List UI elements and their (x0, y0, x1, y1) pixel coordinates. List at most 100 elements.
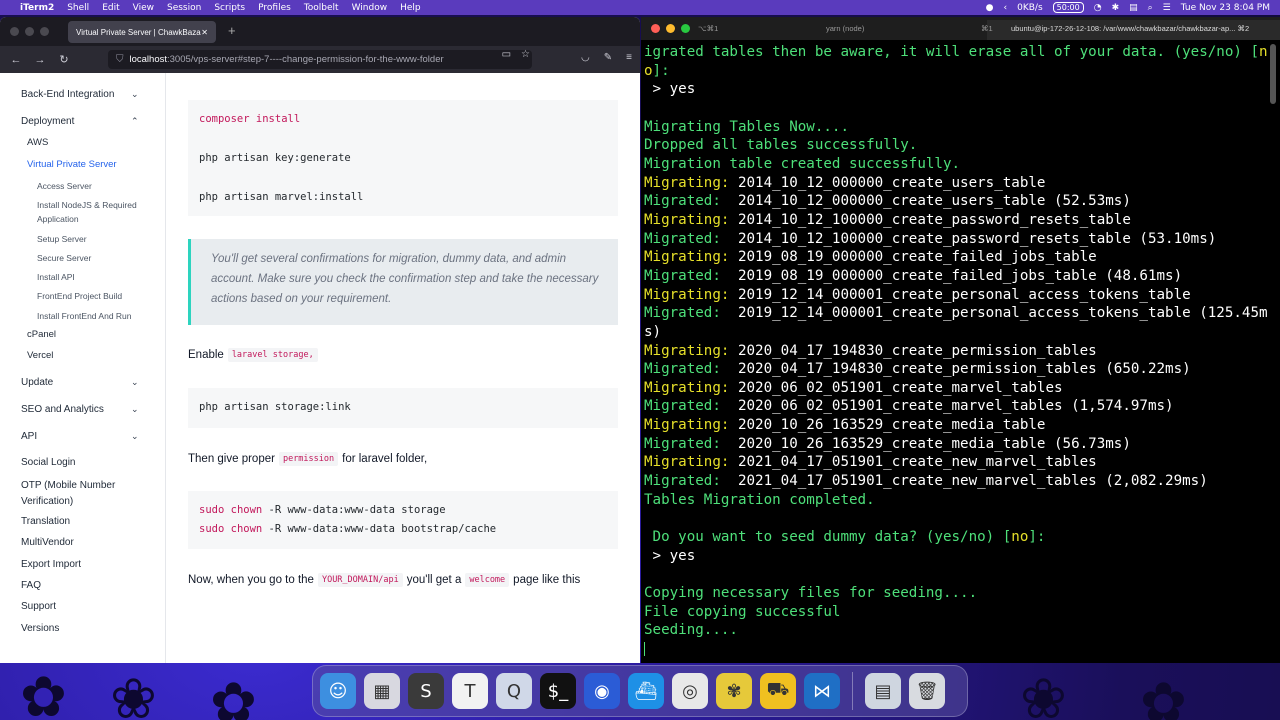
iterm-icon[interactable]: $_ (540, 673, 576, 709)
menu-iterm2[interactable]: iTerm2 (20, 3, 54, 13)
zoom-window-button[interactable] (681, 24, 690, 33)
finder-icon[interactable]: ☺ (320, 673, 356, 709)
sublime-text-icon[interactable]: S (408, 673, 444, 709)
menu-toolbelt[interactable]: Toolbelt (304, 3, 339, 13)
close-window-button[interactable] (651, 24, 660, 33)
chevron-down-icon[interactable]: ⌄ (131, 431, 139, 442)
tab-active[interactable]: Virtual Private Server | ChawkBazar ✕ (68, 21, 216, 43)
terminal-tab-shortcut[interactable]: ⌘1 (981, 24, 993, 33)
terminal-line: Migration table created successfully. (644, 155, 1280, 174)
sidebar-item-export-import[interactable]: Export Import (21, 559, 81, 570)
sidebar-item-api[interactable]: API (21, 431, 37, 442)
forward-icon[interactable]: → (28, 54, 52, 66)
chevron-down-icon[interactable]: ⌄ (131, 404, 139, 415)
tes-icon[interactable]: ✾ (716, 673, 752, 709)
terminal-tab-yarn[interactable]: yarn (node) (826, 24, 864, 33)
trash-icon[interactable]: 🗑 (909, 673, 945, 709)
flag-icon[interactable]: ▤ (1129, 3, 1138, 13)
sidebar-item-install-nodejs[interactable]: Install NodeJS & Required Application (37, 198, 155, 226)
search-icon[interactable]: ⌕ (1148, 3, 1153, 13)
firefox-glyph: ◉ (594, 680, 610, 702)
sidebar-item-faq[interactable]: FAQ (21, 580, 41, 591)
tracking-shield-icon[interactable]: ⛉ (116, 54, 124, 65)
sidebar-item-deployment[interactable]: Deployment (21, 116, 74, 127)
chrome-icon[interactable]: ◎ (672, 673, 708, 709)
chevron-up-icon[interactable]: ⌃ (131, 116, 139, 127)
sidebar-item-versions[interactable]: Versions (21, 623, 59, 634)
pocket-icon[interactable]: ◡ (581, 52, 590, 63)
window-controls (10, 27, 49, 36)
terminal-scrollbar[interactable] (1270, 44, 1276, 104)
wifi-icon[interactable]: ◔ (1094, 3, 1102, 13)
close-tab-icon[interactable]: ✕ (201, 28, 208, 37)
menu-help[interactable]: Help (400, 3, 421, 13)
back-icon[interactable]: ← (4, 54, 28, 66)
terminal-text: Do you want to seed dummy data? (yes/no)… (644, 529, 1012, 546)
minimize-window-button[interactable] (666, 24, 675, 33)
sidebar-item-vps[interactable]: Virtual Private Server (27, 159, 117, 170)
quicktime-icon[interactable]: Q (496, 673, 532, 709)
sidebar-item-seo[interactable]: SEO and Analytics (21, 404, 104, 415)
firefox-icon[interactable]: ◉ (584, 673, 620, 709)
hamburger-menu-icon[interactable]: ≡ (626, 52, 632, 63)
chevron-down-icon[interactable]: ⌄ (131, 377, 139, 388)
sidebar-item-update[interactable]: Update (21, 377, 53, 388)
vscode-icon[interactable]: ⋈ (804, 673, 840, 709)
sidebar-item-otp[interactable]: OTP (Mobile Number Verification) (21, 478, 131, 510)
reload-icon[interactable]: ↻ (52, 53, 76, 66)
menu-edit[interactable]: Edit (102, 3, 119, 13)
terminal-tab-shortcut[interactable]: ⌥⌘1 (698, 24, 718, 33)
sidebar-item-frontend-build[interactable]: FrontEnd Project Build (37, 289, 155, 303)
bookmark-star-icon[interactable]: ☆ (521, 49, 530, 60)
clock[interactable]: Tue Nov 23 8:04 PM (1181, 3, 1270, 13)
chevron-left-icon[interactable]: ‹ (1004, 3, 1008, 13)
terminal-tab-ubuntu[interactable]: ubuntu@ip-172-26-12-108: /var/www/chawkb… (1011, 24, 1249, 33)
terminal-line: ​ (644, 565, 1280, 584)
sidebar-item-setup-server[interactable]: Setup Server (37, 232, 155, 246)
sidebar-item-access-server[interactable]: Access Server (37, 179, 155, 193)
sidebar-item-support[interactable]: Support (21, 601, 56, 612)
zoom-window-button[interactable] (40, 27, 49, 36)
launchpad-icon[interactable]: ▦ (364, 673, 400, 709)
sidebar-item-cpanel[interactable]: cPanel (27, 329, 56, 340)
sidebar-item-install-api[interactable]: Install API (37, 270, 155, 284)
sidebar-item-vercel[interactable]: Vercel (27, 350, 53, 361)
typora-icon[interactable]: T (452, 673, 488, 709)
sidebar-item-secure-server[interactable]: Secure Server (37, 251, 155, 265)
docker-icon[interactable]: ⛴ (628, 673, 664, 709)
minimize-window-button[interactable] (25, 27, 34, 36)
code-line: php artisan key:generate (199, 152, 351, 164)
terminal-output[interactable]: igrated tables then be aware, it will er… (644, 43, 1280, 659)
sidebar-item-translation[interactable]: Translation (21, 516, 70, 527)
chevron-down-icon[interactable]: ⌄ (131, 89, 139, 100)
browser-window: Virtual Private Server | ChawkBazar ✕ + … (0, 17, 640, 663)
menu-window[interactable]: Window (352, 3, 388, 13)
close-window-button[interactable] (10, 27, 19, 36)
terminal-text: 2014_10_12_100000_create_password_resets… (729, 230, 1217, 247)
inline-code: laravel storage, (227, 348, 318, 362)
menu-session[interactable]: Session (167, 3, 201, 13)
menu-shell[interactable]: Shell (67, 3, 89, 13)
sidebar-item-backend-integration[interactable]: Back-End Integration (21, 89, 114, 100)
code-block-storage-link: php artisan storage:link (188, 388, 618, 428)
sidebar-item-aws[interactable]: AWS (27, 137, 48, 148)
battery-badge[interactable]: 50:00 (1052, 2, 1084, 13)
new-tab-button[interactable]: + (228, 23, 236, 38)
menu-profiles[interactable]: Profiles (258, 3, 291, 13)
sidebar-item-multivendor[interactable]: MultiVendor (21, 537, 74, 548)
downloads-stack-icon[interactable]: ▤ (865, 673, 901, 709)
reader-view-icon[interactable]: ▭ (502, 49, 511, 60)
docs-main: composer install php artisan key:generat… (166, 73, 640, 663)
bluetooth-icon[interactable]: ✱ (1112, 3, 1120, 13)
forklift-icon[interactable]: ⛟ (760, 673, 796, 709)
control-center-icon[interactable]: ☰ (1163, 3, 1171, 13)
extensions-icon[interactable]: ✎ (604, 52, 612, 63)
menu-scripts[interactable]: Scripts (214, 3, 245, 13)
sidebar-item-install-frontend[interactable]: Install FrontEnd And Run (37, 309, 155, 323)
record-icon[interactable]: ● (986, 3, 994, 13)
menu-view[interactable]: View (133, 3, 154, 13)
terminal-line: Copying necessary files for seeding.... (644, 584, 1280, 603)
sidebar-item-social-login[interactable]: Social Login (21, 457, 75, 468)
url-bar[interactable]: ⛉ localhost:3005/vps-server#step-7----ch… (108, 50, 532, 69)
wallpaper-flower: ❀ (1020, 667, 1067, 720)
